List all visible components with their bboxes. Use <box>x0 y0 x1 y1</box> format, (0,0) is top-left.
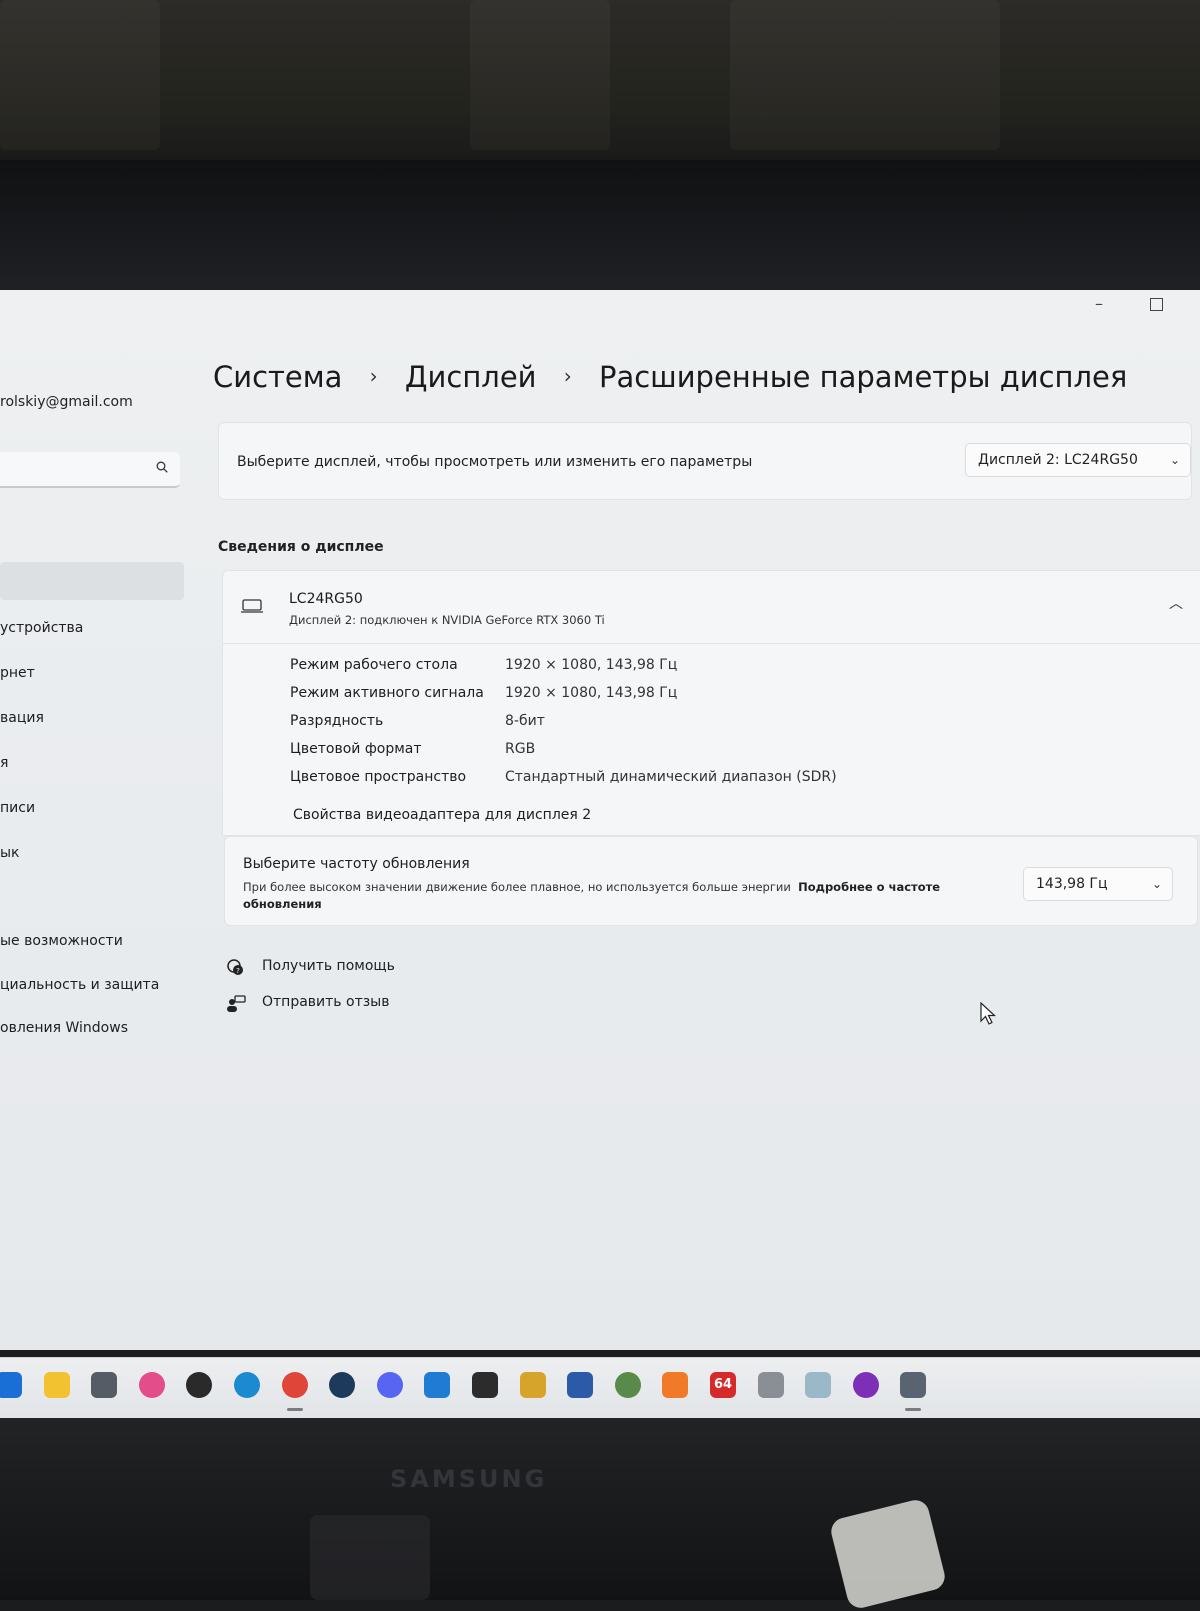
osu-icon[interactable] <box>138 1372 165 1398</box>
info-row-label: Режим активного сигнала <box>290 685 484 701</box>
eye-icon[interactable] <box>805 1372 832 1398</box>
monitor-icon <box>241 599 263 613</box>
sidebar-item-apps[interactable]: я <box>0 755 8 771</box>
page-title: Расширенные параметры дисплея <box>598 360 1128 394</box>
info-row-label: Разрядность <box>290 713 384 729</box>
tor-icon[interactable] <box>852 1372 879 1398</box>
chevron-up-icon[interactable]: ︿ <box>1169 593 1183 613</box>
chevron-down-icon: ⌄ <box>1151 877 1162 891</box>
display-info-card: LC24RG50 Дисплей 2: подключен к NVIDIA G… <box>222 570 1200 836</box>
get-help-label: Получить помощь <box>262 958 395 974</box>
monitor-name: LC24RG50 <box>289 591 363 607</box>
sidebar-item-windows-update[interactable]: овления Windows <box>0 1020 128 1036</box>
notepad-icon[interactable] <box>91 1372 118 1398</box>
refresh-rate-value: 143,98 Гц <box>1036 876 1108 892</box>
desk-object <box>310 1515 430 1600</box>
breadcrumb: Система › Дисплей › Расширенные параметр… <box>213 360 1127 394</box>
file-explorer-icon[interactable] <box>43 1372 70 1398</box>
sidebar: rolskiy@gmail.com устройства рнет вация … <box>0 290 200 1350</box>
refresh-rate-card: Выберите частоту обновления При более вы… <box>224 836 1198 926</box>
wall-poster <box>0 0 160 150</box>
m-app-icon[interactable] <box>519 1372 546 1398</box>
breadcrumb-separator: › <box>563 364 572 388</box>
discord-icon[interactable] <box>376 1372 403 1398</box>
display-select-card: Выберите дисплей, чтобы просмотреть или … <box>218 422 1192 500</box>
app-orange-icon[interactable] <box>662 1372 689 1398</box>
info-row-label: Режим рабочего стола <box>290 657 458 673</box>
help-icon: ? <box>227 959 243 975</box>
sidebar-item-devices[interactable]: устройства <box>0 620 83 636</box>
steam-icon[interactable] <box>329 1372 356 1398</box>
info-row-value: 1920 × 1080, 143,98 Гц <box>505 657 678 673</box>
display-dropdown-value: Дисплей 2: LC24RG50 <box>978 452 1138 468</box>
wall-poster <box>470 0 610 150</box>
taskbar: 64 <box>0 1357 1200 1420</box>
database-icon[interactable] <box>757 1372 784 1398</box>
wall-poster <box>730 0 1000 150</box>
sidebar-item-accounts[interactable]: писи <box>0 800 35 816</box>
sidebar-item-accessibility[interactable]: ые возможности <box>0 933 123 949</box>
monitor-brand-logo: SAMSUNG <box>390 1465 548 1493</box>
chevron-down-icon: ⌄ <box>1169 453 1180 467</box>
info-row-label: Цветовое пространство <box>290 769 467 785</box>
search-input[interactable] <box>0 452 180 488</box>
powershell-icon[interactable] <box>567 1372 594 1398</box>
chrome-icon[interactable] <box>281 1372 308 1398</box>
taskbar-running-indicator <box>286 1408 303 1411</box>
breadcrumb-display[interactable]: Дисплей <box>405 360 537 394</box>
breadcrumb-separator: › <box>369 364 378 388</box>
sidebar-item-language[interactable]: ык <box>0 845 20 861</box>
refresh-rate-dropdown[interactable]: 143,98 Гц ⌄ <box>1023 867 1173 901</box>
aida64-label: 64 <box>713 1377 733 1392</box>
monitor-bezel-top <box>0 160 1200 295</box>
refresh-rate-desc-text: При более высоком значении движение боле… <box>243 880 791 894</box>
settings-window: – rolskiy@gmail.com устройства рнет ваци… <box>0 290 1200 1350</box>
mouse-cursor-icon <box>980 1002 996 1025</box>
taskbar-running-indicator <box>905 1408 922 1411</box>
section-title: Сведения о дисплее <box>218 539 384 555</box>
sidebar-item-system[interactable] <box>0 562 184 600</box>
settings-icon[interactable] <box>900 1372 927 1398</box>
start-icon[interactable] <box>0 1372 22 1398</box>
feedback-icon <box>227 995 246 1012</box>
info-row-value: 1920 × 1080, 143,98 Гц <box>505 685 678 701</box>
info-row-value: 8-бит <box>505 713 545 729</box>
svg-text:?: ? <box>236 967 240 975</box>
monitor-subtitle: Дисплей 2: подключен к NVIDIA GeForce RT… <box>289 613 605 627</box>
monitor-bezel-bottom: SAMSUNG <box>0 1418 1200 1600</box>
account-email: rolskiy@gmail.com <box>0 394 133 410</box>
minimize-button[interactable]: – <box>1095 294 1103 313</box>
display-dropdown[interactable]: Дисплей 2: LC24RG50 ⌄ <box>965 443 1191 477</box>
adapter-properties-link[interactable]: Свойства видеоадаптера для дисплея 2 <box>293 807 591 823</box>
edge-icon[interactable] <box>234 1372 260 1398</box>
xbox-icon[interactable] <box>614 1372 641 1398</box>
display-info-header[interactable]: LC24RG50 Дисплей 2: подключен к NVIDIA G… <box>223 571 1200 644</box>
background-wall <box>0 0 1200 160</box>
send-feedback-label: Отправить отзыв <box>262 994 390 1010</box>
info-row-value: Стандартный динамический диапазон (SDR) <box>505 769 837 785</box>
sidebar-item-personalization[interactable]: вация <box>0 710 44 726</box>
info-row-label: Цветовой формат <box>290 741 422 757</box>
refresh-rate-title: Выберите частоту обновления <box>243 856 470 872</box>
search-icon <box>156 461 168 473</box>
info-row-value: RGB <box>505 741 536 757</box>
aida64-icon[interactable]: 64 <box>710 1372 736 1398</box>
sidebar-item-network[interactable]: рнет <box>0 665 35 681</box>
vscode-icon[interactable] <box>424 1372 451 1398</box>
obs-icon[interactable] <box>186 1372 213 1398</box>
maximize-button[interactable] <box>1150 298 1163 311</box>
epic-games-icon[interactable] <box>472 1372 498 1398</box>
sidebar-item-privacy[interactable]: циальность и защита <box>0 977 159 993</box>
display-select-label: Выберите дисплей, чтобы просмотреть или … <box>237 454 753 470</box>
refresh-rate-description: При более высоком значении движение боле… <box>243 879 983 913</box>
breadcrumb-system[interactable]: Система <box>213 360 342 394</box>
